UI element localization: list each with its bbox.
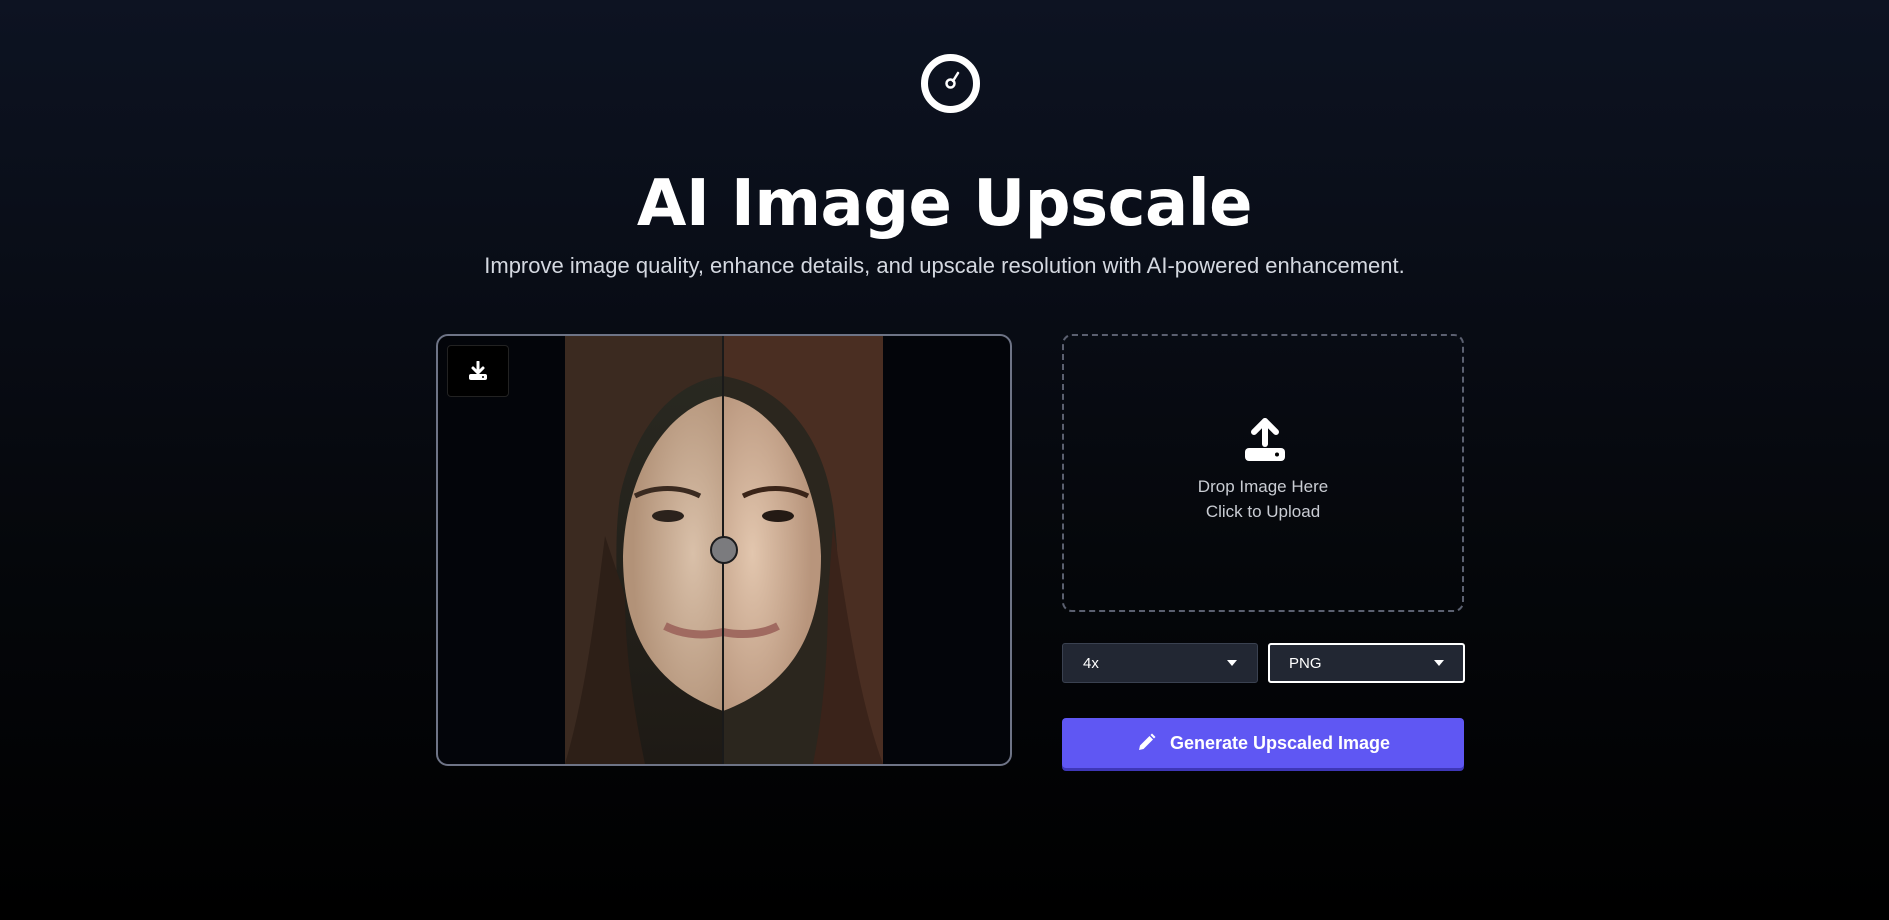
- download-icon: [469, 361, 487, 380]
- scale-select[interactable]: 4x: [1062, 643, 1258, 683]
- chevron-down-icon: [1227, 660, 1237, 666]
- chevron-down-icon: [1434, 660, 1444, 666]
- gauge-icon: [920, 53, 981, 114]
- page-title: AI Image Upscale: [636, 167, 1253, 241]
- page-subtitle: Improve image quality, enhance details, …: [484, 253, 1405, 278]
- dropzone-subtext: Click to Upload: [1205, 502, 1321, 521]
- image-comparison-viewer[interactable]: [436, 334, 1012, 766]
- pencil-icon: [1138, 733, 1156, 750]
- scale-select-value: 4x: [1083, 655, 1099, 672]
- format-select-value: PNG: [1289, 655, 1322, 672]
- format-select[interactable]: PNG: [1268, 643, 1465, 683]
- comparison-slider-handle[interactable]: [710, 536, 738, 564]
- upscaled-image-half: [723, 336, 883, 764]
- image-dropzone[interactable]: Drop Image Here Click to Upload: [1062, 334, 1464, 612]
- upload-icon: [1245, 418, 1285, 461]
- dropzone-text: Drop Image Here: [1197, 477, 1329, 496]
- download-button[interactable]: [447, 345, 509, 397]
- original-image-half: [565, 336, 723, 764]
- generate-button-label: Generate Upscaled Image: [1169, 732, 1391, 753]
- generate-upscaled-image-button[interactable]: Generate Upscaled Image: [1062, 718, 1464, 768]
